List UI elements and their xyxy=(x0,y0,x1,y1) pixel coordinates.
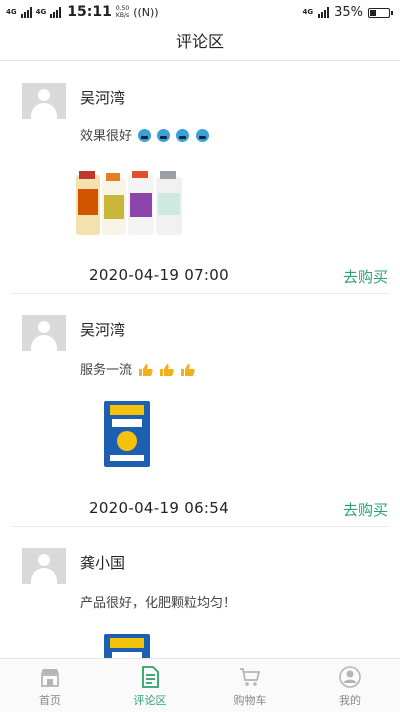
tab-label: 我的 xyxy=(339,694,361,707)
review-comment: 产品很好，化肥颗粒均匀！ xyxy=(80,592,236,611)
comment-text: 产品很好，化肥颗粒均匀！ xyxy=(80,596,237,611)
bottom-tab-bar: 首页 评论区 购物车 我的 xyxy=(0,658,400,712)
review-comment: 效果很好 xyxy=(80,125,209,144)
review-item: 吴河湾 服务一流 2020-04-19 06:54 去购买 xyxy=(0,293,400,527)
tab-label: 评论区 xyxy=(133,694,167,707)
avatar xyxy=(22,83,66,119)
review-item: 龚小国 产品很好，化肥颗粒均匀！ xyxy=(0,526,400,658)
tab-profile[interactable]: 我的 xyxy=(300,659,400,712)
network-speed: 0.50 KB/s xyxy=(116,5,129,19)
reviewer-name: 吴河湾 xyxy=(80,89,126,107)
tab-home[interactable]: 首页 xyxy=(0,659,100,712)
speed-value: 0.50 xyxy=(115,5,130,12)
page-header: 评论区 xyxy=(0,26,400,61)
thumbs-up-icon xyxy=(160,364,175,376)
user-icon xyxy=(339,666,361,688)
review-list[interactable]: 吴河湾 效果很好 2020-04-19 07:00 去购买 吴河湾 服务一流 2… xyxy=(0,61,400,658)
status-right: 4G 35% xyxy=(302,5,393,20)
product-image[interactable] xyxy=(104,634,150,658)
avatar xyxy=(22,315,66,351)
battery-icon xyxy=(368,7,393,18)
review-date: 2020-04-19 06:54 xyxy=(89,499,229,517)
status-left: 4G 4G 15:11 0.50 KB/s ((N)) xyxy=(6,4,159,20)
buy-button[interactable]: 去购买 xyxy=(343,499,388,520)
speed-unit: KB/s xyxy=(115,12,130,19)
tab-comments[interactable]: 评论区 xyxy=(100,659,200,712)
crying-emoji-icon xyxy=(195,129,209,142)
status-bar: 4G 4G 15:11 0.50 KB/s ((N)) 4G 35% xyxy=(0,0,400,26)
product-image[interactable] xyxy=(104,401,150,467)
comment-text: 效果很好 xyxy=(80,129,133,144)
tab-cart[interactable]: 购物车 xyxy=(200,659,300,712)
comment-text: 服务一流 xyxy=(80,363,133,378)
review-date: 2020-04-19 07:00 xyxy=(89,266,229,284)
avatar xyxy=(22,548,66,584)
thumbs-up-icon xyxy=(181,364,196,376)
store-icon xyxy=(41,669,59,687)
reviewer-name: 龚小国 xyxy=(80,554,126,572)
reviewer-name: 吴河湾 xyxy=(80,321,126,339)
cart-icon xyxy=(240,668,261,686)
signal-icon xyxy=(20,6,32,18)
thumbs-up-icon xyxy=(139,364,153,376)
review-comment: 服务一流 xyxy=(80,359,196,378)
crying-emoji-icon xyxy=(138,129,152,142)
battery-percent: 35% xyxy=(334,5,363,20)
nfc-icon: ((N)) xyxy=(133,5,159,19)
network-type-right: 4G xyxy=(302,8,314,16)
buy-button[interactable]: 去购买 xyxy=(343,266,388,287)
page-title: 评论区 xyxy=(175,32,224,51)
signal-icon-right xyxy=(318,7,330,18)
review-item: 吴河湾 效果很好 2020-04-19 07:00 去购买 xyxy=(0,61,400,294)
network-type-label: 4G xyxy=(6,7,17,16)
product-image[interactable] xyxy=(76,171,184,237)
clock: 15:11 xyxy=(67,4,112,20)
tab-label: 购物车 xyxy=(233,694,267,707)
battery-fill xyxy=(370,9,376,16)
network-type-label-2: 4G xyxy=(35,7,47,16)
tab-label: 首页 xyxy=(39,694,61,707)
document-icon xyxy=(142,666,159,688)
crying-emoji-icon xyxy=(176,129,190,142)
signal-icon-2 xyxy=(50,6,62,18)
crying-emoji-icon xyxy=(157,129,171,142)
